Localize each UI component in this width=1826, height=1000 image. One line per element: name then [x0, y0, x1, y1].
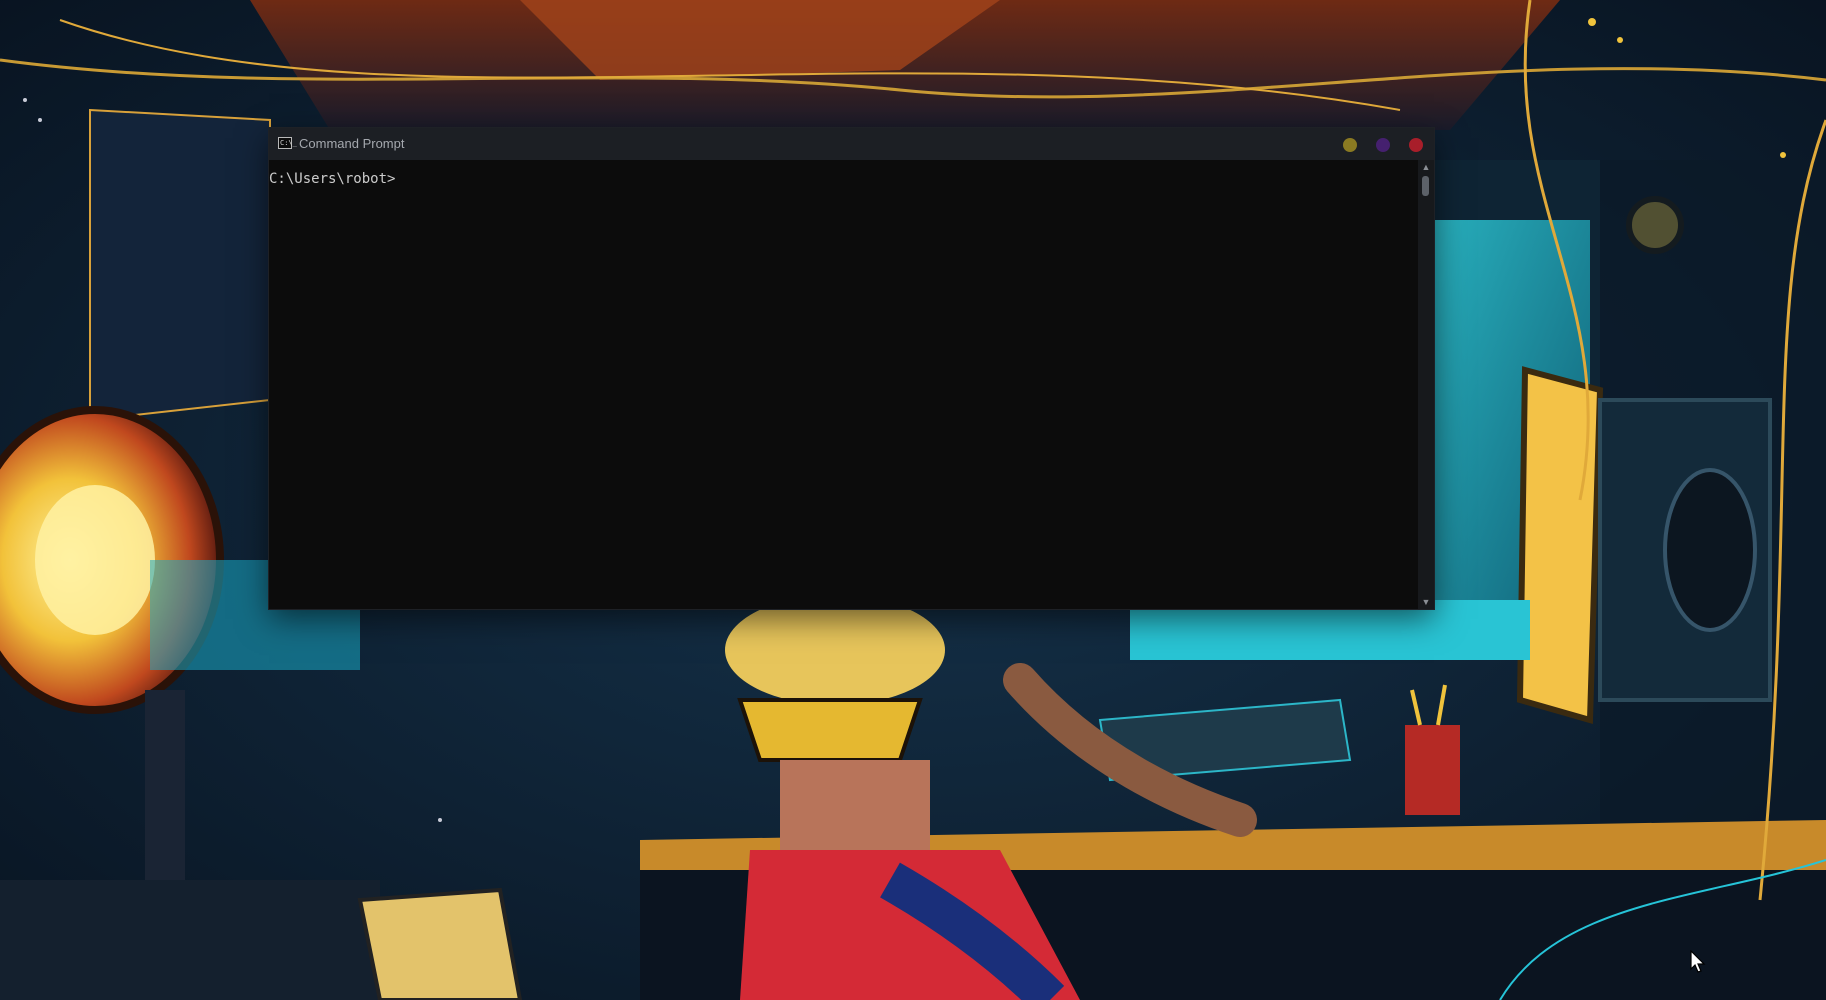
desktop[interactable]: C:\_ Command Prompt C:\Users\robot> ▲ ▼ — [0, 0, 1826, 1000]
cmd-icon: C:\_ — [278, 137, 297, 149]
minimize-button[interactable] — [1343, 138, 1357, 152]
close-button[interactable] — [1409, 138, 1423, 152]
command-prompt-window[interactable]: C:\_ Command Prompt C:\Users\robot> ▲ ▼ — [269, 128, 1434, 609]
scroll-up-arrow-icon[interactable]: ▲ — [1421, 162, 1431, 172]
vertical-scrollbar[interactable]: ▲ ▼ — [1418, 160, 1434, 609]
scrollbar-thumb[interactable] — [1422, 176, 1429, 196]
scroll-down-arrow-icon[interactable]: ▼ — [1421, 597, 1431, 607]
console-output[interactable]: C:\Users\robot> — [269, 160, 1418, 609]
window-titlebar[interactable]: C:\_ Command Prompt — [269, 128, 1434, 160]
mouse-pointer-icon — [1690, 950, 1706, 973]
command-prompt-line: C:\Users\robot> — [269, 171, 396, 187]
maximize-button[interactable] — [1376, 138, 1390, 152]
window-title: Command Prompt — [299, 136, 405, 151]
